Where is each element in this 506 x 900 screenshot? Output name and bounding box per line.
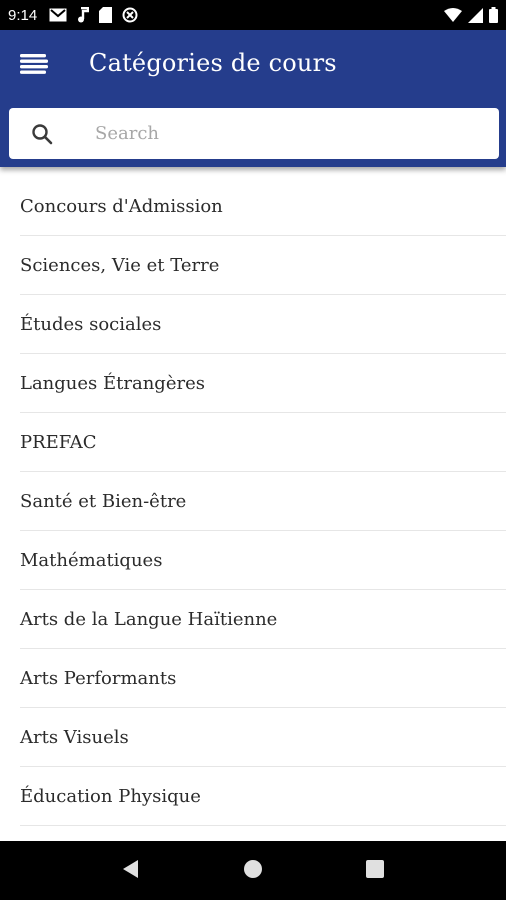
category-item[interactable]: Arts Performants [20,649,506,708]
music-note-icon [77,7,90,23]
category-item[interactable]: Sciences, Vie et Terre [20,236,506,295]
wifi-icon [444,8,462,22]
menu-button[interactable] [14,48,54,84]
category-item[interactable]: Concours d'Admission [20,177,506,236]
status-time: 9:14 [8,6,38,24]
page-title: Catégories de cours [89,49,337,77]
category-list: Concours d'Admission Sciences, Vie et Ter… [0,177,506,841]
category-item[interactable]: Éducation Physique [20,767,506,826]
app-bar: Catégories de cours [0,30,506,167]
search-bar[interactable] [9,108,499,159]
home-icon [243,859,263,883]
recents-button[interactable] [355,851,395,891]
category-item[interactable]: Études sociales [20,295,506,354]
menu-icon [18,53,50,79]
back-button[interactable] [111,851,151,891]
navigation-bar [0,841,506,900]
battery-icon [489,7,498,23]
signal-icon [468,7,483,23]
sd-card-icon [99,7,113,23]
search-icon[interactable] [29,121,55,147]
back-icon [122,859,140,883]
category-item[interactable]: Langues Étrangères [20,354,506,413]
status-bar: 9:14 [0,0,506,30]
category-item[interactable]: Arts de la Langue Haïtienne [20,590,506,649]
gmail-icon [49,8,67,22]
status-notification-icons [49,7,138,23]
home-button[interactable] [233,851,273,891]
search-input[interactable] [95,113,475,154]
category-item[interactable]: Santé et Bien-être [20,472,506,531]
status-system-icons [444,7,498,23]
category-item[interactable]: PREFAC [20,413,506,472]
category-item[interactable]: Arts Visuels [20,708,506,767]
data-saver-icon [122,7,138,23]
category-item[interactable]: Mathématiques [20,531,506,590]
recents-icon [366,859,384,882]
